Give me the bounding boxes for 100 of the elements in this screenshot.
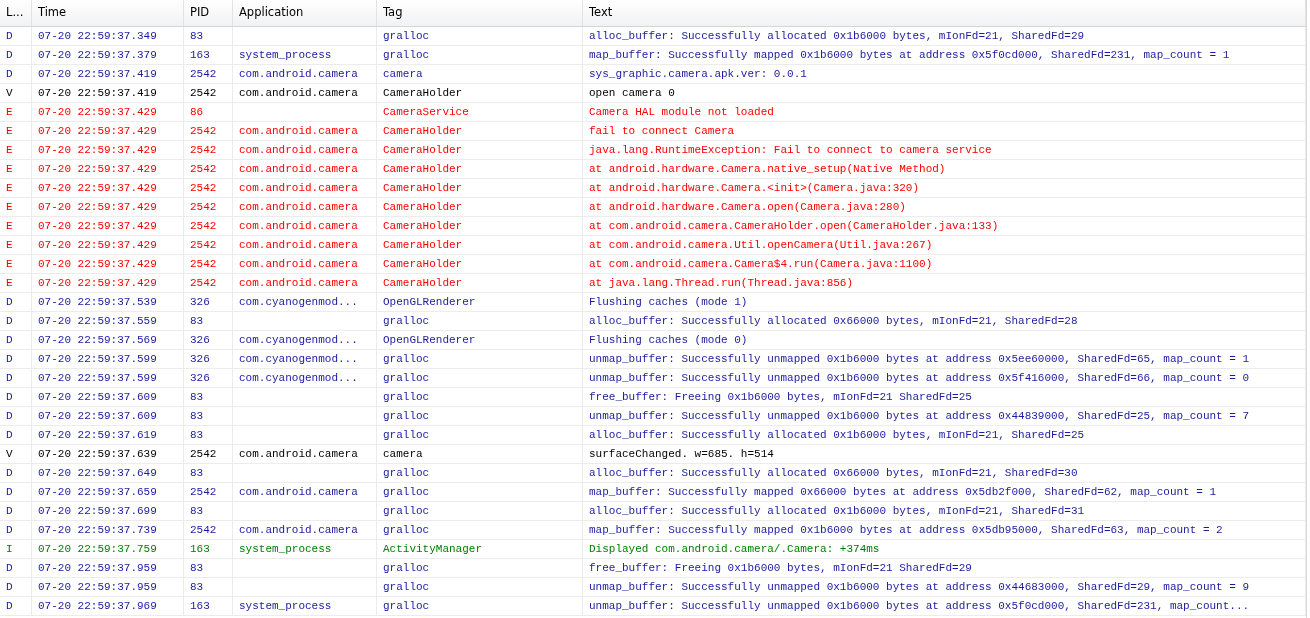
message-cell: unmap_buffer: Successfully unmapped 0x1b6000 bytes at address 0x44839000, SharedFd=25, map_count = 7 — [583, 407, 1306, 426]
tag-cell: CameraHolder — [377, 122, 583, 141]
tag-cell: camera — [377, 445, 583, 464]
pid-cell: 2542 — [184, 65, 233, 84]
message-cell: unmap_buffer: Successfully unmapped 0x1b6000 bytes at address 0x5ee60000, SharedFd=65, map_count = 1 — [583, 350, 1306, 369]
pid-cell: 2542 — [184, 198, 233, 217]
tag-cell: gralloc — [377, 483, 583, 502]
message-cell: sys_graphic.camera.apk.ver: 0.0.1 — [583, 65, 1306, 84]
message-cell: alloc_buffer: Successfully allocated 0x1b6000 bytes, mIonFd=21, SharedFd=29 — [583, 27, 1306, 46]
message-cell: map_buffer: Successfully mapped 0x1b6000 bytes at address 0x5f0cd000, SharedFd=231, map_count = 1 — [583, 46, 1306, 65]
priority-cell: D — [0, 578, 32, 597]
pid-cell: 2542 — [184, 84, 233, 103]
pid-cell: 83 — [184, 559, 233, 578]
message-cell: Flushing caches (mode 1) — [583, 293, 1306, 312]
message-cell: Displayed com.android.camera/.Camera: +374ms — [583, 540, 1306, 559]
application-cell: com.cyanogenmod... — [233, 350, 377, 369]
column-header[interactable]: PID — [184, 0, 233, 26]
application-cell: com.android.camera — [233, 483, 377, 502]
message-cell: at com.android.camera.Util.openCamera(Util.java:267) — [583, 236, 1306, 255]
time-cell: 07-20 22:59:37.379 — [32, 46, 184, 65]
priority-cell: D — [0, 464, 32, 483]
message-cell: map_buffer: Successfully mapped 0x66000 bytes at address 0x5db2f000, SharedFd=62, map_count = 1 — [583, 483, 1306, 502]
application-cell: com.android.camera — [233, 217, 377, 236]
pid-cell: 326 — [184, 293, 233, 312]
pid-cell: 2542 — [184, 445, 233, 464]
message-cell: alloc_buffer: Successfully allocated 0x66000 bytes, mIonFd=21, SharedFd=28 — [583, 312, 1306, 331]
column-header[interactable]: L... — [0, 0, 32, 26]
pid-cell: 2542 — [184, 521, 233, 540]
pid-cell: 83 — [184, 388, 233, 407]
priority-cell: D — [0, 369, 32, 388]
tag-cell: CameraHolder — [377, 255, 583, 274]
time-cell: 07-20 22:59:37.599 — [32, 369, 184, 388]
application-cell: system_process — [233, 540, 377, 559]
priority-cell: V — [0, 84, 32, 103]
priority-cell: D — [0, 293, 32, 312]
time-cell: 07-20 22:59:37.599 — [32, 350, 184, 369]
application-cell: com.android.camera — [233, 84, 377, 103]
time-cell: 07-20 22:59:37.639 — [32, 445, 184, 464]
time-cell: 07-20 22:59:37.429 — [32, 122, 184, 141]
pid-cell: 83 — [184, 464, 233, 483]
message-cell: unmap_buffer: Successfully unmapped 0x1b6000 bytes at address 0x5f0cd000, SharedFd=231, map_count... — [583, 597, 1306, 616]
time-cell: 07-20 22:59:37.419 — [32, 84, 184, 103]
pid-cell: 83 — [184, 407, 233, 426]
time-cell: 07-20 22:59:37.429 — [32, 179, 184, 198]
time-cell: 07-20 22:59:37.969 — [32, 597, 184, 616]
tag-cell: gralloc — [377, 426, 583, 445]
column-header[interactable]: Tag — [377, 0, 583, 26]
priority-cell: D — [0, 559, 32, 578]
time-cell: 07-20 22:59:37.699 — [32, 502, 184, 521]
priority-cell: D — [0, 350, 32, 369]
message-cell: unmap_buffer: Successfully unmapped 0x1b6000 bytes at address 0x5f416000, SharedFd=66, map_count = 0 — [583, 369, 1306, 388]
message-cell: surfaceChanged. w=685. h=514 — [583, 445, 1306, 464]
application-cell: com.android.camera — [233, 122, 377, 141]
pid-cell: 2542 — [184, 236, 233, 255]
time-cell: 07-20 22:59:37.429 — [32, 255, 184, 274]
message-cell: at com.android.camera.Camera$4.run(Camera.java:1100) — [583, 255, 1306, 274]
priority-cell: E — [0, 236, 32, 255]
time-cell: 07-20 22:59:37.429 — [32, 141, 184, 160]
tag-cell: gralloc — [377, 597, 583, 616]
time-cell: 07-20 22:59:37.429 — [32, 217, 184, 236]
pid-cell: 83 — [184, 426, 233, 445]
tag-cell: gralloc — [377, 521, 583, 540]
application-cell: system_process — [233, 46, 377, 65]
message-cell: free_buffer: Freeing 0x1b6000 bytes, mIonFd=21 SharedFd=29 — [583, 559, 1306, 578]
priority-cell: D — [0, 27, 32, 46]
pid-cell: 83 — [184, 578, 233, 597]
priority-cell: D — [0, 426, 32, 445]
priority-cell: D — [0, 407, 32, 426]
message-cell: at android.hardware.Camera.open(Camera.java:280) — [583, 198, 1306, 217]
time-cell: 07-20 22:59:37.959 — [32, 578, 184, 597]
priority-cell: D — [0, 597, 32, 616]
tag-cell: gralloc — [377, 464, 583, 483]
message-cell: Camera HAL module not loaded — [583, 103, 1306, 122]
tag-cell: gralloc — [377, 27, 583, 46]
message-cell: java.lang.RuntimeException: Fail to connect to camera service — [583, 141, 1306, 160]
message-cell: alloc_buffer: Successfully allocated 0x1b6000 bytes, mIonFd=21, SharedFd=25 — [583, 426, 1306, 445]
priority-cell: E — [0, 217, 32, 236]
time-cell: 07-20 22:59:37.429 — [32, 160, 184, 179]
message-cell: Flushing caches (mode 0) — [583, 331, 1306, 350]
pid-cell: 326 — [184, 369, 233, 388]
pid-cell: 326 — [184, 350, 233, 369]
priority-cell: E — [0, 141, 32, 160]
priority-cell: E — [0, 103, 32, 122]
column-header[interactable]: Time — [32, 0, 184, 26]
time-cell: 07-20 22:59:37.429 — [32, 236, 184, 255]
tag-cell: gralloc — [377, 407, 583, 426]
pid-cell: 2542 — [184, 141, 233, 160]
pid-cell: 83 — [184, 312, 233, 331]
tag-cell: gralloc — [377, 559, 583, 578]
time-cell: 07-20 22:59:37.619 — [32, 426, 184, 445]
application-cell: com.cyanogenmod... — [233, 293, 377, 312]
application-cell: com.android.camera — [233, 141, 377, 160]
column-header[interactable]: Application — [233, 0, 377, 26]
tag-cell: ActivityManager — [377, 540, 583, 559]
message-cell: alloc_buffer: Successfully allocated 0x66000 bytes, mIonFd=21, SharedFd=30 — [583, 464, 1306, 483]
time-cell: 07-20 22:59:37.429 — [32, 103, 184, 122]
tag-cell: CameraHolder — [377, 236, 583, 255]
pid-cell: 2542 — [184, 274, 233, 293]
column-header[interactable]: Text — [583, 0, 1306, 26]
time-cell: 07-20 22:59:37.429 — [32, 198, 184, 217]
